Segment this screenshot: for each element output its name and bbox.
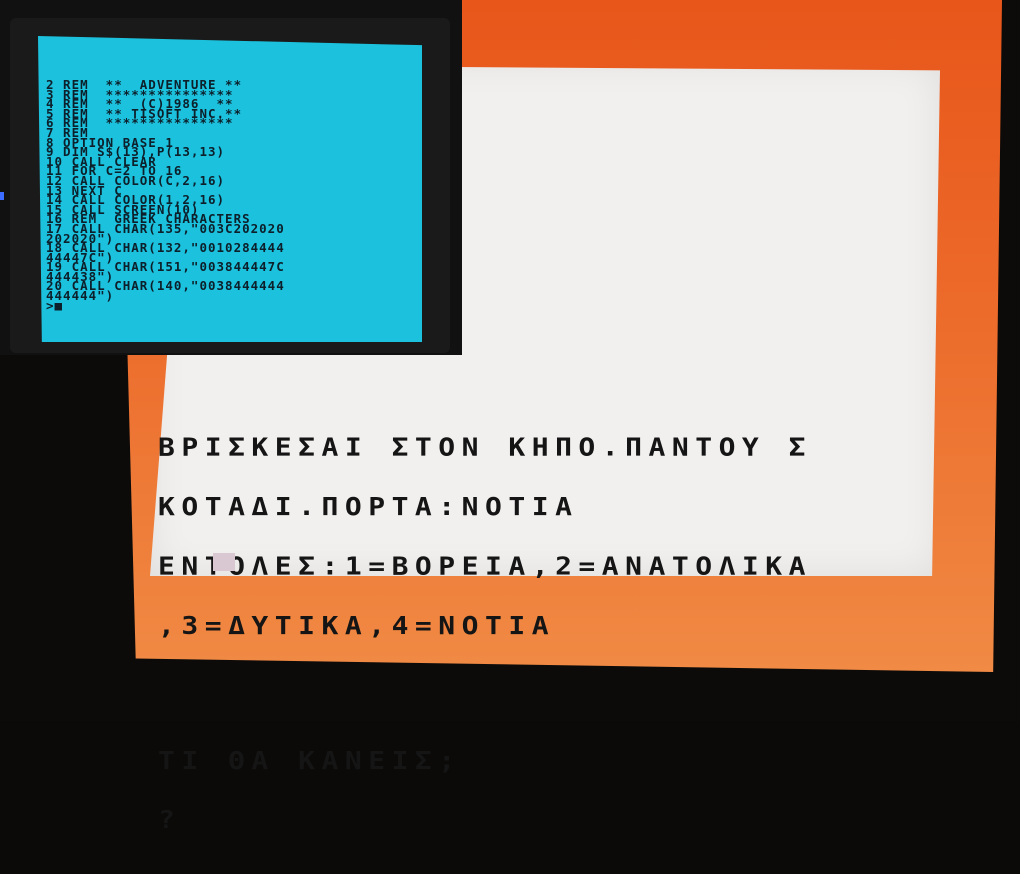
input-cursor <box>213 553 235 571</box>
output-line: ΒΡΙΣΚΕΣΑΙ ΣΤΟΝ ΚΗΠΟ.ΠΑΝΤΟΥ Σ <box>158 432 813 462</box>
output-line: ΕΝΤΟΛΕΣ:1=ΒΟΡΕΙΑ,2=ΑΝΑΤΟΛΙΚΑ <box>158 551 813 581</box>
code-line: 6 REM *************** <box>46 115 234 131</box>
input-prompt[interactable]: ? <box>158 807 938 832</box>
output-line: ΚΟΤΑΔΙ.ΠΟΡΤΑ:ΝΟΤΙΑ <box>158 491 579 522</box>
power-led <box>0 192 4 200</box>
cursor-block: ■ <box>54 297 64 313</box>
basic-code-listing: 2 REM ** ADVENTURE ** 3 REM *************… <box>46 79 416 313</box>
output-line: ,3=ΔΥΤΙΚΑ,4=ΝΟΤΙΑ <box>158 610 556 641</box>
cyan-monitor-photo: 2 REM ** ADVENTURE ** 3 REM *************… <box>0 0 462 355</box>
question-prompt: ΤΙ ΘΑ ΚΑΝΕΙΣ; <box>158 745 462 776</box>
game-text-output: ΒΡΙΣΚΕΣΑΙ ΣΤΟΝ ΚΗΠΟ.ΠΑΝΤΟΥ Σ ΚΟΤΑΔΙ.ΠΟΡΤ… <box>158 398 938 870</box>
prompt-symbol: > <box>46 297 55 313</box>
